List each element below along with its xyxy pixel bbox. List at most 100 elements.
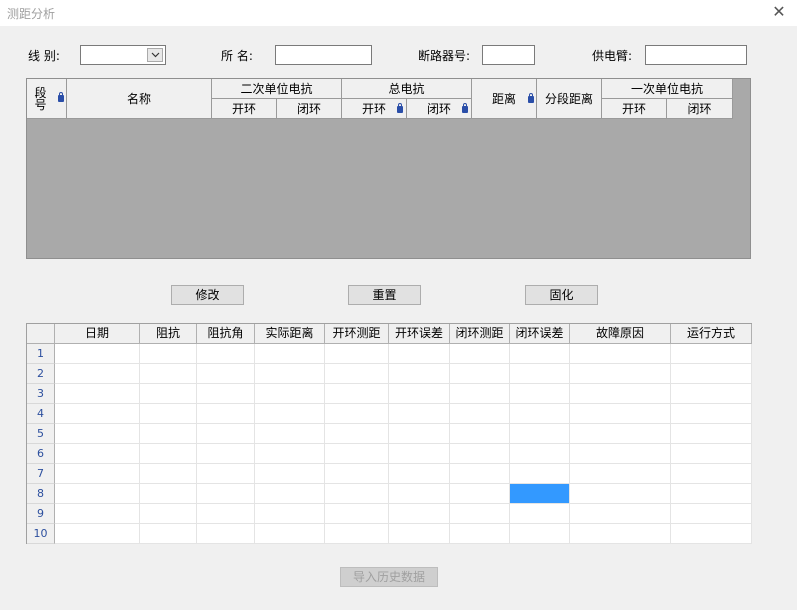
table-cell[interactable]: [510, 404, 570, 424]
table-cell[interactable]: [510, 344, 570, 364]
table-cell[interactable]: [55, 344, 140, 364]
table-cell[interactable]: [55, 464, 140, 484]
reset-button[interactable]: 重置: [348, 285, 421, 305]
header-segment-no[interactable]: 段号: [27, 79, 67, 119]
table-cell[interactable]: [450, 344, 510, 364]
column-header[interactable]: 闭环误差: [510, 324, 570, 344]
table-cell[interactable]: [671, 484, 752, 504]
table-cell[interactable]: [55, 404, 140, 424]
header-distance[interactable]: 距离: [472, 79, 537, 119]
table-cell[interactable]: [389, 484, 450, 504]
section-grid[interactable]: 段号 名称 二次单位电抗 开环 闭环 总电抗 开环 闭环 距离 分段距离 一次单…: [26, 78, 751, 259]
table-cell[interactable]: [450, 384, 510, 404]
row-number[interactable]: 1: [27, 344, 55, 364]
solidify-button[interactable]: 固化: [525, 285, 598, 305]
row-number[interactable]: 2: [27, 364, 55, 384]
column-header[interactable]: 运行方式: [671, 324, 752, 344]
table-cell[interactable]: [671, 444, 752, 464]
row-number[interactable]: 8: [27, 484, 55, 504]
table-cell[interactable]: [325, 464, 389, 484]
column-header[interactable]: 实际距离: [255, 324, 325, 344]
table-cell[interactable]: [671, 404, 752, 424]
table-cell[interactable]: [140, 484, 197, 504]
table-cell[interactable]: [570, 464, 671, 484]
table-cell[interactable]: [197, 404, 255, 424]
table-cell[interactable]: [55, 364, 140, 384]
table-cell[interactable]: [55, 484, 140, 504]
breaker-input[interactable]: [482, 45, 535, 65]
table-cell[interactable]: [450, 464, 510, 484]
table-cell[interactable]: [450, 444, 510, 464]
table-cell[interactable]: [255, 444, 325, 464]
table-cell[interactable]: [325, 424, 389, 444]
table-cell[interactable]: [255, 364, 325, 384]
table-cell[interactable]: [570, 404, 671, 424]
table-cell[interactable]: [140, 364, 197, 384]
header-total-closed[interactable]: 闭环: [407, 99, 472, 119]
table-cell[interactable]: [325, 364, 389, 384]
modify-button[interactable]: 修改: [171, 285, 244, 305]
table-cell[interactable]: [570, 424, 671, 444]
header-secondary-closed[interactable]: 闭环: [277, 99, 342, 119]
table-cell[interactable]: [255, 424, 325, 444]
table-cell[interactable]: [671, 504, 752, 524]
table-cell[interactable]: [197, 364, 255, 384]
table-cell[interactable]: [325, 344, 389, 364]
column-header[interactable]: 故障原因: [570, 324, 671, 344]
table-cell[interactable]: [140, 384, 197, 404]
table-cell[interactable]: [510, 364, 570, 384]
selected-cell[interactable]: [510, 484, 570, 504]
table-cell[interactable]: [197, 504, 255, 524]
table-cell[interactable]: [671, 524, 752, 544]
grid-corner[interactable]: [27, 324, 55, 344]
table-cell[interactable]: [197, 484, 255, 504]
table-cell[interactable]: [389, 524, 450, 544]
table-cell[interactable]: [450, 524, 510, 544]
table-cell[interactable]: [389, 464, 450, 484]
header-primary-open[interactable]: 开环: [602, 99, 667, 119]
table-cell[interactable]: [570, 344, 671, 364]
table-cell[interactable]: [570, 444, 671, 464]
table-cell[interactable]: [140, 444, 197, 464]
table-cell[interactable]: [325, 404, 389, 424]
table-cell[interactable]: [255, 464, 325, 484]
row-number[interactable]: 4: [27, 404, 55, 424]
table-cell[interactable]: [671, 384, 752, 404]
station-input[interactable]: [275, 45, 372, 65]
table-cell[interactable]: [140, 464, 197, 484]
table-cell[interactable]: [510, 424, 570, 444]
table-cell[interactable]: [450, 484, 510, 504]
table-cell[interactable]: [140, 344, 197, 364]
history-grid[interactable]: 日期 阻抗 阻抗角 实际距离 开环测距 开环误差 闭环测距 闭环误差 故障原因 运行方式 1 2 3 4 5…: [26, 323, 752, 544]
table-cell[interactable]: [389, 444, 450, 464]
table-cell[interactable]: [140, 504, 197, 524]
table-cell[interactable]: [197, 444, 255, 464]
table-cell[interactable]: [570, 484, 671, 504]
table-cell[interactable]: [450, 404, 510, 424]
table-cell[interactable]: [510, 384, 570, 404]
import-history-button[interactable]: 导入历史数据: [340, 567, 438, 587]
row-number[interactable]: 5: [27, 424, 55, 444]
header-segment-distance[interactable]: 分段距离: [537, 79, 602, 119]
header-name[interactable]: 名称: [67, 79, 212, 119]
table-cell[interactable]: [325, 384, 389, 404]
chevron-down-icon[interactable]: [147, 48, 163, 62]
table-cell[interactable]: [255, 404, 325, 424]
column-header[interactable]: 阻抗: [140, 324, 197, 344]
table-cell[interactable]: [389, 504, 450, 524]
table-cell[interactable]: [255, 484, 325, 504]
table-cell[interactable]: [255, 504, 325, 524]
table-cell[interactable]: [450, 364, 510, 384]
column-header[interactable]: 阻抗角: [197, 324, 255, 344]
table-cell[interactable]: [55, 444, 140, 464]
table-cell[interactable]: [389, 404, 450, 424]
table-cell[interactable]: [325, 444, 389, 464]
table-cell[interactable]: [510, 464, 570, 484]
row-number[interactable]: 6: [27, 444, 55, 464]
table-cell[interactable]: [140, 524, 197, 544]
table-cell[interactable]: [570, 384, 671, 404]
table-cell[interactable]: [389, 424, 450, 444]
table-cell[interactable]: [255, 524, 325, 544]
header-secondary-unit-reactance[interactable]: 二次单位电抗: [212, 79, 342, 99]
table-cell[interactable]: [570, 364, 671, 384]
